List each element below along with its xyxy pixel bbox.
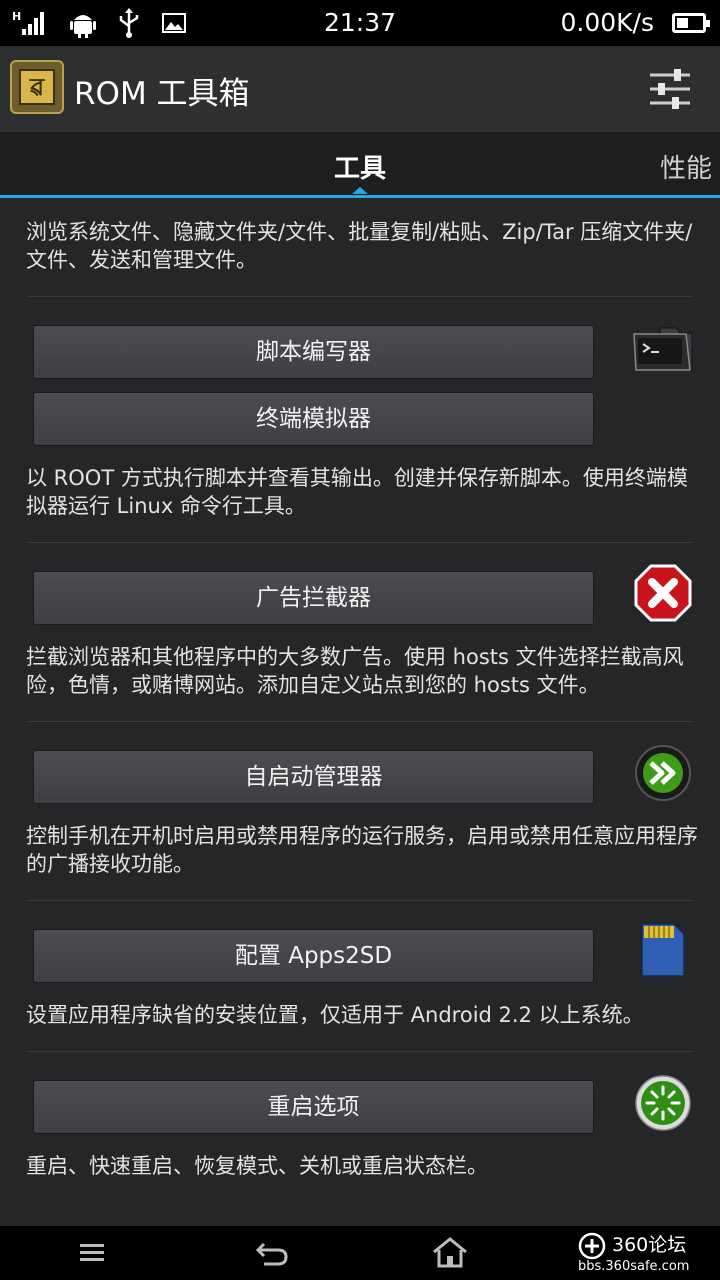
- ad-blocker-button[interactable]: 广告拦截器: [33, 571, 594, 625]
- tab-indicator: [352, 187, 368, 194]
- network-speed: 0.00K/s: [560, 8, 654, 37]
- script-editor-button[interactable]: 脚本编写器: [33, 325, 594, 379]
- divider: [28, 1051, 692, 1052]
- green-reboot-icon: [635, 1075, 691, 1131]
- divider: [28, 296, 692, 297]
- settings-sliders-icon[interactable]: [648, 68, 692, 110]
- reboot-description: 重启、快速重启、恢复模式、关机或重启状态栏。: [26, 1154, 488, 1178]
- home-icon[interactable]: [430, 1236, 470, 1270]
- autostart-description: 控制手机在开机时启用或禁用程序的运行服务，启用或禁用任意应用程序的广播接收功能。: [26, 824, 698, 876]
- watermark-title: 360论坛: [612, 1234, 687, 1256]
- file-manager-description: 浏览系统文件、隐藏文件夹/文件、批量复制/粘贴、Zip/Tar 压缩文件夹/文件…: [26, 220, 693, 272]
- menu-icon[interactable]: [72, 1236, 112, 1270]
- reboot-options-button[interactable]: 重启选项: [33, 1080, 594, 1134]
- app-title: ROM 工具箱: [74, 76, 250, 112]
- red-x-block-icon: [634, 564, 692, 622]
- forum-watermark: 360论坛 bbs.360safe.com: [574, 1230, 714, 1278]
- ad-blocker-description: 拦截浏览器和其他程序中的大多数广告。使用 hosts 文件选择拦截高风险，色情，…: [26, 645, 684, 697]
- system-nav-bar: 360论坛 bbs.360safe.com: [0, 1226, 720, 1280]
- script-terminal-description: 以 ROOT 方式执行脚本并查看其输出。创建并保存新脚本。使用终端模拟器运行 L…: [26, 466, 688, 518]
- plus-circle-icon: [578, 1232, 606, 1260]
- battery-icon: [672, 13, 710, 33]
- divider: [28, 542, 692, 543]
- action-bar: ৱ ROM 工具箱: [0, 46, 720, 132]
- tab-tools[interactable]: 工具: [0, 148, 720, 185]
- divider: [28, 900, 692, 901]
- green-fast-forward-icon: [635, 745, 691, 801]
- tab-performance[interactable]: 性能: [660, 148, 712, 185]
- watermark-url: bbs.360safe.com: [578, 1259, 690, 1274]
- apps2sd-description: 设置应用程序缺省的安装位置，仅适用于 Android 2.2 以上系统。: [26, 1003, 644, 1027]
- terminal-emulator-button[interactable]: 终端模拟器: [33, 392, 594, 446]
- tools-content: 浏览系统文件、隐藏文件夹/文件、批量复制/粘贴、Zip/Tar 压缩文件夹/文件…: [0, 198, 720, 1226]
- divider: [28, 721, 692, 722]
- tab-strip: 工具 性能: [0, 132, 720, 198]
- terminal-folder-icon: [633, 327, 693, 371]
- back-icon[interactable]: [252, 1236, 292, 1270]
- sd-card-icon: [641, 923, 685, 977]
- status-bar: H 21:37 0.00K/s: [0, 0, 720, 46]
- autostart-manager-button[interactable]: 自启动管理器: [33, 750, 594, 804]
- apps2sd-button[interactable]: 配置 Apps2SD: [33, 929, 594, 983]
- app-logo-icon: ৱ: [10, 60, 64, 114]
